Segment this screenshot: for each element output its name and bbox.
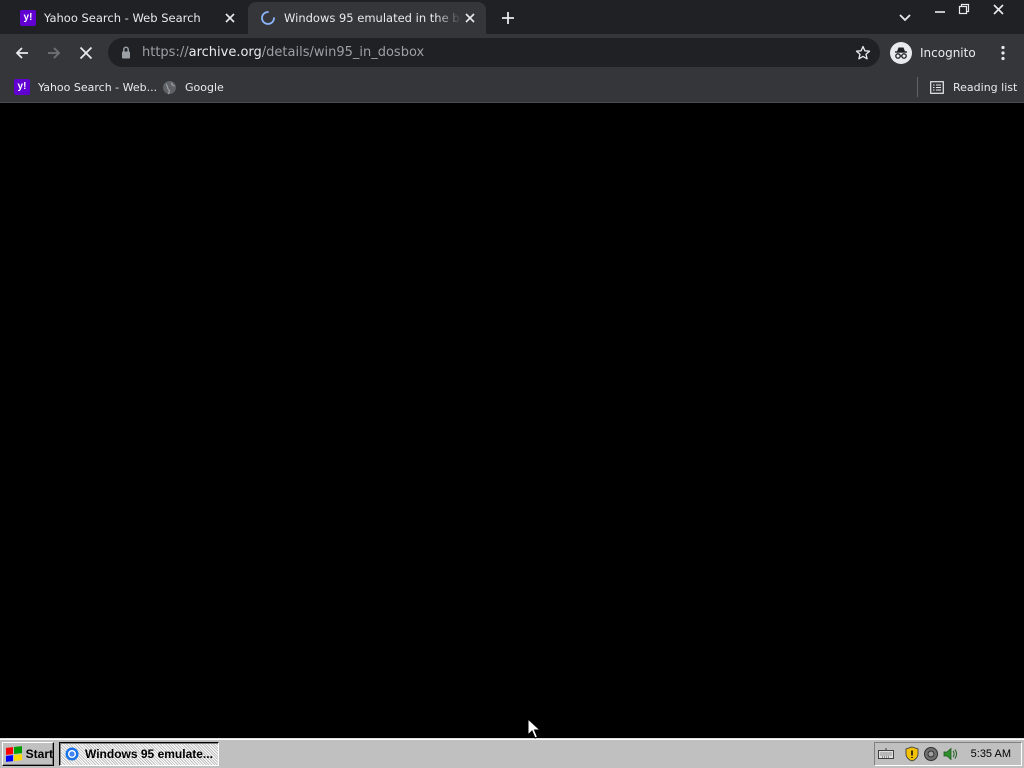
browser-window: y! Yahoo Search - Web Search Windows 95 … — [0, 0, 1024, 738]
new-tab-button[interactable] — [498, 8, 518, 28]
close-icon — [992, 3, 1004, 15]
tab-title: Windows 95 emulated in the browser — [284, 11, 462, 25]
close-window-button[interactable] — [987, 0, 1009, 18]
volume-icon[interactable] — [942, 746, 958, 762]
url-scheme: https:// — [142, 45, 189, 60]
more-vert-icon — [1001, 45, 1005, 61]
browser-toolbar: https://archive.org/details/win95_in_dos… — [0, 34, 1024, 71]
stop-icon — [79, 46, 93, 60]
chevron-down-icon — [899, 14, 911, 22]
bookmark-label: Yahoo Search - Web... — [38, 80, 158, 94]
arrow-right-icon — [48, 47, 61, 59]
bookmark-google[interactable]: Google — [161, 77, 224, 97]
forward-button[interactable] — [43, 42, 65, 64]
tab-strip: y! Yahoo Search - Web Search Windows 95 … — [0, 0, 1024, 34]
reading-list-label: Reading list — [953, 80, 1018, 94]
system-tray: 5:35 AM — [874, 742, 1022, 766]
back-button[interactable] — [11, 42, 33, 64]
close-tab-icon[interactable] — [222, 10, 238, 26]
yahoo-icon: y! — [20, 10, 36, 26]
close-tab-icon[interactable] — [462, 10, 478, 26]
stop-loading-button[interactable] — [75, 42, 97, 64]
mouse-cursor-icon — [527, 718, 541, 739]
start-button[interactable]: Start — [2, 742, 54, 766]
shield-icon[interactable] — [904, 746, 920, 762]
yahoo-icon: y! — [14, 79, 30, 95]
taskbar-clock[interactable]: 5:35 AM — [971, 748, 1011, 760]
tab-windows95[interactable]: Windows 95 emulated in the browser — [248, 2, 486, 34]
win95-taskbar: Start Windows 95 emulate... 5:35 AM — [0, 738, 1024, 768]
bookmark-label: Google — [185, 80, 224, 94]
lock-icon[interactable] — [120, 46, 132, 60]
tab-search-button[interactable] — [896, 9, 914, 27]
browser-menu-button[interactable] — [994, 42, 1012, 64]
minimize-button[interactable] — [929, 0, 951, 18]
url-path: /details/win95_in_dosbox — [261, 45, 425, 60]
taskbar-button-label: Windows 95 emulate... — [85, 747, 213, 761]
profile-label: Incognito — [920, 45, 976, 60]
tab-yahoo-search[interactable]: y! Yahoo Search - Web Search — [8, 2, 246, 34]
keyboard-icon[interactable] — [878, 746, 894, 762]
reading-list-icon — [929, 79, 945, 95]
url-host: archive.org — [188, 45, 262, 60]
network-icon[interactable] — [923, 746, 939, 762]
reading-list-button[interactable]: Reading list — [929, 77, 1017, 97]
tab-title: Yahoo Search - Web Search — [44, 11, 201, 25]
windows-logo-icon — [6, 746, 22, 762]
restore-button[interactable] — [953, 0, 975, 18]
chrome-icon — [65, 747, 79, 761]
bookmark-yahoo[interactable]: y! Yahoo Search - Web... — [14, 77, 157, 97]
taskbar-button-chrome[interactable]: Windows 95 emulate... — [59, 742, 219, 766]
screen: y! Yahoo Search - Web Search Windows 95 … — [0, 0, 1024, 768]
loading-spinner-icon — [260, 10, 276, 26]
arrow-left-icon — [15, 47, 28, 59]
address-bar[interactable]: https://archive.org/details/win95_in_dos… — [108, 38, 880, 67]
url-text: https://archive.org/details/win95_in_dos… — [142, 45, 424, 60]
bookmarks-divider — [917, 77, 918, 97]
incognito-profile-button[interactable]: Incognito — [890, 39, 982, 66]
bookmark-star-icon[interactable] — [854, 44, 872, 62]
bookmarks-bar: y! Yahoo Search - Web... Google Reading … — [0, 71, 1024, 103]
start-label: Start — [25, 747, 53, 761]
incognito-icon — [890, 41, 912, 64]
globe-icon — [161, 79, 177, 95]
page-content[interactable] — [0, 104, 1024, 738]
minimize-icon — [935, 11, 945, 13]
plus-icon — [502, 12, 514, 24]
restore-icon — [958, 3, 970, 15]
